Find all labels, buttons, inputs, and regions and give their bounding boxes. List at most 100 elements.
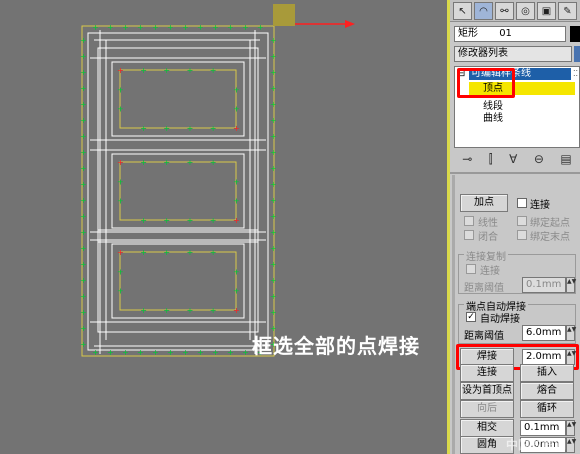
vertex-marker[interactable]: + <box>80 260 87 269</box>
vertex-marker[interactable]: + <box>227 23 234 32</box>
utility-tab-icon[interactable]: ✎ <box>558 2 577 20</box>
vertex-marker[interactable]: + <box>187 158 194 167</box>
vertex-marker[interactable]: + <box>270 68 277 77</box>
vertex-marker[interactable]: + <box>80 84 87 93</box>
vertex-marker[interactable]: + <box>80 212 87 221</box>
vertex-marker[interactable]: + <box>167 23 174 32</box>
rollout-scrollbar[interactable] <box>452 175 455 454</box>
vertex-marker[interactable]: + <box>210 158 217 167</box>
vertex-marker[interactable]: + <box>270 260 277 269</box>
vertex-marker[interactable]: + <box>270 308 277 317</box>
vertex-marker[interactable]: + <box>80 244 87 253</box>
bind-start-checkbox[interactable] <box>517 216 527 226</box>
insert-button[interactable]: 插入 <box>520 364 574 382</box>
vertex-marker[interactable]: + <box>152 23 159 32</box>
vertex-marker[interactable]: + <box>117 197 124 206</box>
vertex-marker[interactable]: + <box>107 348 114 357</box>
vertex-marker[interactable]: + <box>270 180 277 189</box>
create-tab-icon[interactable]: ↖ <box>453 2 472 20</box>
vertex-marker[interactable]: + <box>270 276 277 285</box>
vertex-marker[interactable]: + <box>270 212 277 221</box>
vertex-marker[interactable]: + <box>210 124 217 133</box>
vertex-marker[interactable]: + <box>140 216 147 225</box>
vertex-marker[interactable]: + <box>137 23 144 32</box>
vertex-marker[interactable]: + <box>210 216 217 225</box>
vertex-marker[interactable]: + <box>163 306 170 315</box>
vertex-marker[interactable]: + <box>163 248 170 257</box>
vertex-marker[interactable]: + <box>197 348 204 357</box>
vertex-marker[interactable]: + <box>233 306 240 315</box>
vertex-marker[interactable]: + <box>270 228 277 237</box>
vertex-marker[interactable]: + <box>152 348 159 357</box>
object-color-swatch[interactable] <box>570 26 580 42</box>
vertex-marker[interactable]: + <box>80 132 87 141</box>
vertex-marker[interactable]: + <box>80 308 87 317</box>
vertex-marker[interactable]: + <box>117 85 124 94</box>
modifier-list-arrow-icon[interactable] <box>574 46 580 62</box>
vertex-marker[interactable]: + <box>270 132 277 141</box>
vertex-marker[interactable]: + <box>80 276 87 285</box>
make-unique-icon[interactable]: ∀ <box>509 152 517 166</box>
vertex-marker[interactable]: + <box>92 348 99 357</box>
pin-stack-icon[interactable]: ⊸ <box>462 152 472 166</box>
vertex-marker[interactable]: + <box>140 124 147 133</box>
vertex-marker[interactable]: + <box>117 177 124 186</box>
vertex-marker[interactable]: + <box>117 248 124 257</box>
vertex-marker[interactable]: + <box>80 228 87 237</box>
fuse-button[interactable]: 熔合 <box>520 382 574 400</box>
vertex-marker[interactable]: + <box>270 244 277 253</box>
vertex-marker[interactable]: + <box>122 23 129 32</box>
modifier-list-dropdown[interactable]: 修改器列表 <box>454 46 572 62</box>
vertex-marker[interactable]: + <box>187 216 194 225</box>
vertex-marker[interactable]: + <box>210 66 217 75</box>
vertex-marker[interactable]: + <box>140 66 147 75</box>
vertex-marker[interactable]: + <box>212 23 219 32</box>
closed-checkbox[interactable] <box>464 230 474 240</box>
display-tab-icon[interactable]: ▣ <box>537 2 556 20</box>
vertex-marker[interactable]: + <box>163 216 170 225</box>
vertex-marker[interactable]: + <box>187 248 194 257</box>
weld-threshold-field[interactable]: 6.0mm <box>522 325 566 341</box>
vertex-marker[interactable]: + <box>167 348 174 357</box>
add-point-button[interactable]: 加点 <box>460 194 508 212</box>
viewport[interactable]: + + + + + + + + + + + + + + + + + + + + + + + + + + + + + + + + + + + + + + + +… <box>0 0 447 454</box>
vertex-marker[interactable]: + <box>233 216 240 225</box>
vertex-marker[interactable]: + <box>80 100 87 109</box>
copy-connect-checkbox[interactable] <box>466 264 476 274</box>
vertex-marker[interactable]: + <box>233 287 240 296</box>
vertex-marker[interactable]: + <box>80 164 87 173</box>
vertex-marker[interactable]: + <box>210 306 217 315</box>
weld-threshold-spinner-icon[interactable]: ▲▼ <box>566 325 576 341</box>
vertex-marker[interactable]: + <box>80 196 87 205</box>
vertex-marker[interactable]: + <box>163 124 170 133</box>
vertex-marker[interactable]: + <box>187 66 194 75</box>
linear-checkbox[interactable] <box>464 216 474 226</box>
gizmo-x-arrow-icon[interactable] <box>345 20 355 28</box>
vertex-marker[interactable]: + <box>242 23 249 32</box>
vertex-marker[interactable]: + <box>233 124 240 133</box>
copy-threshold-spinner-icon[interactable]: ▲▼ <box>566 277 576 293</box>
hierarchy-tab-icon[interactable]: ⚯ <box>495 2 514 20</box>
vertex-marker[interactable]: + <box>117 287 124 296</box>
vertex-marker[interactable]: + <box>117 105 124 114</box>
vertex-marker[interactable]: + <box>80 292 87 301</box>
intersect-button[interactable]: 相交 <box>460 419 514 437</box>
cycle-button[interactable]: 循环 <box>520 400 574 418</box>
vertex-marker[interactable]: + <box>117 267 124 276</box>
vertex-marker[interactable]: + <box>163 158 170 167</box>
motion-tab-icon[interactable]: ◎ <box>516 2 535 20</box>
vertex-marker[interactable]: + <box>80 340 87 349</box>
vertex-marker[interactable]: + <box>212 348 219 357</box>
vertex-marker[interactable]: + <box>270 84 277 93</box>
vertex-marker[interactable]: + <box>117 66 124 75</box>
vertex-marker[interactable]: + <box>227 348 234 357</box>
vertex-marker[interactable]: + <box>197 23 204 32</box>
gizmo-plane-handle[interactable] <box>273 4 295 26</box>
vertex-marker[interactable]: + <box>233 85 240 94</box>
vertex-marker[interactable]: + <box>233 267 240 276</box>
vertex-marker[interactable]: + <box>122 348 129 357</box>
vertex-marker[interactable]: + <box>242 348 249 357</box>
vertex-marker[interactable]: + <box>270 164 277 173</box>
vertex-marker[interactable]: + <box>270 196 277 205</box>
copy-threshold-field[interactable]: 0.1mm <box>522 277 566 293</box>
